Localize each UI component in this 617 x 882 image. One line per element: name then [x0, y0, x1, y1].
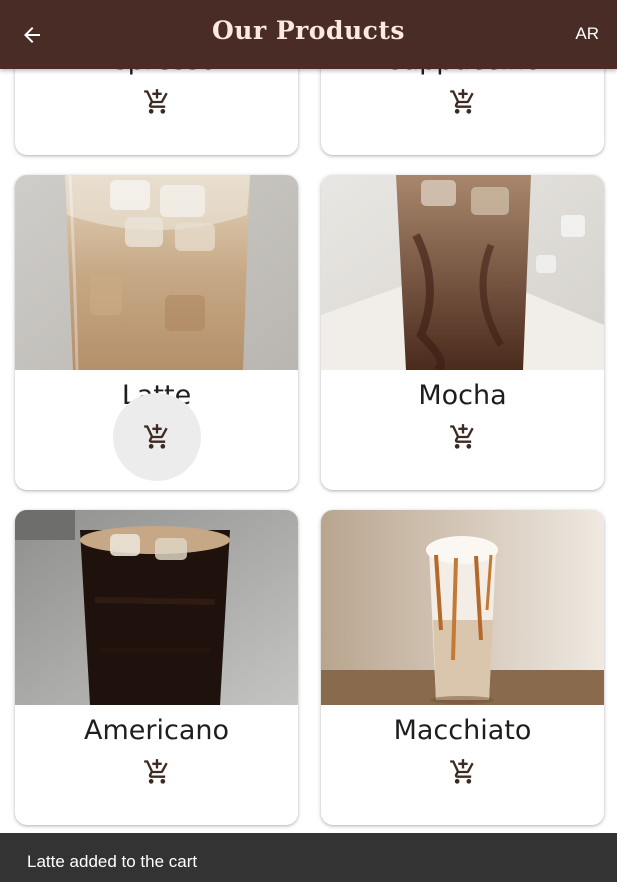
add-to-cart-button[interactable] — [113, 728, 201, 816]
product-card-macchiato[interactable]: Macchiato — [321, 510, 604, 825]
product-image — [15, 175, 298, 370]
add-shopping-cart-icon — [144, 89, 168, 114]
add-to-cart-button[interactable] — [113, 393, 201, 481]
add-to-cart-button[interactable] — [419, 58, 507, 146]
product-card-mocha[interactable]: Mocha — [321, 175, 604, 490]
product-card-latte[interactable]: Latte — [15, 175, 298, 490]
product-card-americano[interactable]: Americano — [15, 510, 298, 825]
product-image — [321, 175, 604, 370]
snackbar-message: Latte added to the cart — [27, 852, 198, 871]
language-toggle-button[interactable]: AR — [575, 24, 599, 44]
add-shopping-cart-icon — [144, 759, 168, 784]
app-bar: Our Products AR — [0, 0, 617, 69]
product-image — [321, 510, 604, 705]
product-image — [15, 510, 298, 705]
page-title: Our Products — [212, 16, 405, 45]
snackbar: Latte added to the cart — [0, 833, 617, 882]
add-to-cart-button[interactable] — [113, 58, 201, 146]
add-to-cart-button[interactable] — [419, 393, 507, 481]
add-shopping-cart-icon — [450, 89, 474, 114]
product-grid: Espresso Cappuccino — [0, 0, 617, 882]
add-shopping-cart-icon — [450, 424, 474, 449]
add-shopping-cart-icon — [450, 759, 474, 784]
add-to-cart-button[interactable] — [419, 728, 507, 816]
add-shopping-cart-icon — [144, 424, 168, 449]
